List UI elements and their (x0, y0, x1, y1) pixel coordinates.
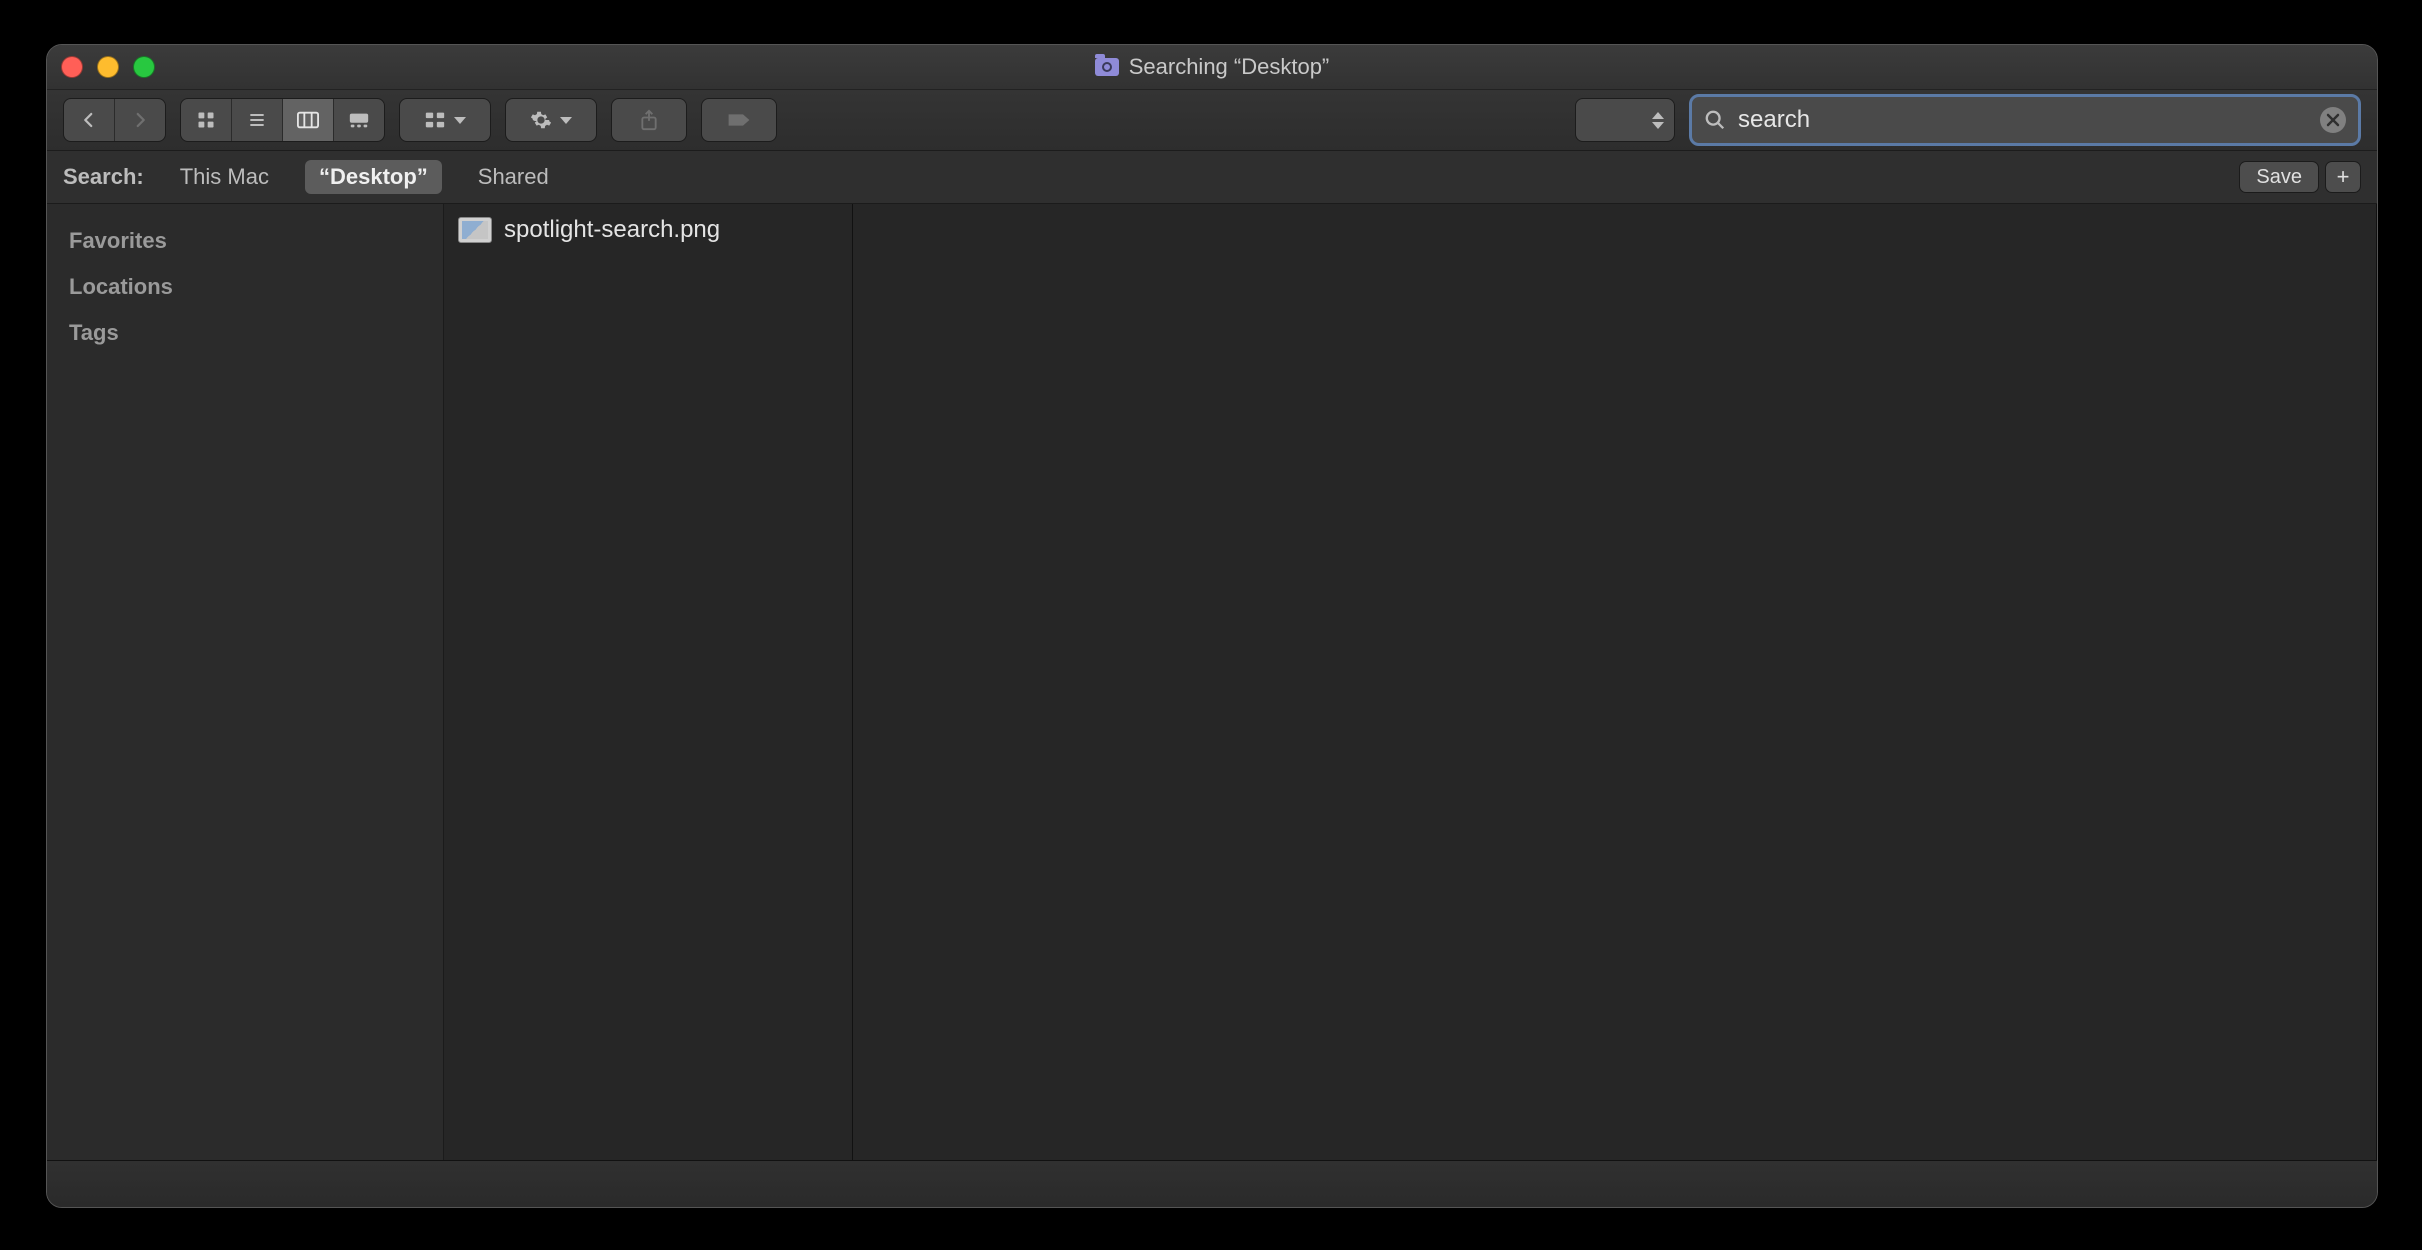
forward-button[interactable] (115, 99, 165, 141)
view-list-button[interactable] (232, 99, 283, 141)
column-view: spotlight-search.png (444, 204, 2377, 1160)
path-dropdown[interactable] (1575, 98, 1675, 142)
scope-label: Search: (63, 164, 144, 190)
chevron-down-icon (454, 117, 466, 124)
results-column-1: spotlight-search.png (444, 204, 853, 1160)
scope-desktop[interactable]: “Desktop” (305, 160, 442, 194)
tag-icon (727, 112, 751, 128)
list-icon (247, 110, 267, 130)
clear-search-button[interactable] (2320, 107, 2346, 133)
sidebar-section-favorites[interactable]: Favorites (47, 218, 443, 264)
share-icon (639, 109, 659, 131)
share-button[interactable] (611, 98, 687, 142)
view-column-button[interactable] (283, 99, 334, 141)
file-name: spotlight-search.png (504, 216, 720, 244)
toolbar (47, 90, 2377, 151)
status-bar (47, 1160, 2377, 1207)
scope-shared[interactable]: Shared (464, 160, 563, 194)
gear-icon (530, 109, 552, 131)
nav-buttons (63, 98, 166, 142)
search-input[interactable] (1736, 105, 2310, 135)
add-criteria-button[interactable]: + (2325, 161, 2361, 193)
scope-this-mac[interactable]: This Mac (166, 160, 283, 194)
grid-icon (196, 110, 216, 130)
fullscreen-window-button[interactable] (133, 56, 155, 78)
window-title: Searching “Desktop” (1095, 54, 1330, 80)
list-item[interactable]: spotlight-search.png (444, 210, 852, 250)
chevron-down-icon (560, 117, 572, 124)
close-window-button[interactable] (61, 56, 83, 78)
columns-icon (297, 111, 319, 129)
arrange-button[interactable] (399, 98, 491, 142)
traffic-lights (61, 56, 155, 78)
minimize-window-button[interactable] (97, 56, 119, 78)
sidebar-section-tags[interactable]: Tags (47, 310, 443, 356)
action-menu-button[interactable] (505, 98, 597, 142)
arrange-icon (424, 110, 446, 130)
view-gallery-button[interactable] (334, 99, 384, 141)
back-button[interactable] (64, 99, 115, 141)
view-icon-button[interactable] (181, 99, 232, 141)
finder-window: Searching “Desktop” (46, 44, 2378, 1208)
tags-button[interactable] (701, 98, 777, 142)
chevron-updown-icon (1652, 112, 1664, 129)
window-body: Favorites Locations Tags spotlight-searc… (47, 204, 2377, 1160)
search-field[interactable] (1689, 94, 2361, 146)
view-switcher (180, 98, 385, 142)
sidebar: Favorites Locations Tags (47, 204, 444, 1160)
results-column-2 (853, 204, 2377, 1160)
search-scope-bar: Search: This Mac “Desktop” Shared Save + (47, 151, 2377, 204)
gallery-icon (348, 111, 370, 129)
search-icon (1704, 109, 1726, 131)
folder-icon (1095, 58, 1119, 76)
titlebar: Searching “Desktop” (47, 45, 2377, 90)
close-icon (2326, 113, 2340, 127)
save-search-button[interactable]: Save (2239, 161, 2319, 193)
window-title-text: Searching “Desktop” (1129, 54, 1330, 80)
image-file-icon (458, 217, 492, 243)
sidebar-section-locations[interactable]: Locations (47, 264, 443, 310)
